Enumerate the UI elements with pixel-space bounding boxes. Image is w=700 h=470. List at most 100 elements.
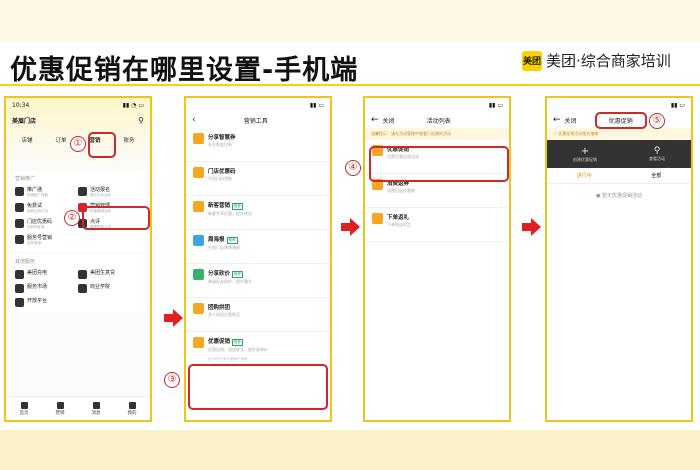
brand-text: 美团·综合商家培训: [546, 52, 671, 70]
step-3-badge-outer: ③: [164, 372, 180, 388]
activity-desc: 消费后返优惠券: [387, 188, 415, 193]
empty-state: ● 暂无优惠促销活动: [547, 192, 691, 199]
marketing-icon: [56, 401, 64, 409]
tool-item[interactable]: 团购拼团 多人成团优惠购买: [186, 298, 330, 332]
store-name-bar: 美眉门店 ⚲: [6, 112, 150, 128]
tabbar-mine[interactable]: 我的: [128, 401, 137, 416]
tab-finance[interactable]: 账务: [123, 136, 134, 144]
store-name[interactable]: 美眉门店: [12, 116, 36, 125]
highlight-marketing-tab: [88, 132, 116, 158]
item-title: 服务号营销: [27, 235, 53, 241]
gift-icon: [372, 213, 383, 224]
qrcode-icon: [193, 167, 204, 178]
search-icon[interactable]: ⚲: [138, 116, 144, 125]
poster-icon: [193, 235, 204, 246]
tool-item[interactable]: 新客营销 推荐 新客专享优惠，提升转化: [186, 196, 330, 230]
megaphone-icon: [15, 187, 24, 196]
tool-desc: 邀请好友砍价，提升曝光: [208, 279, 252, 284]
action-label: 查看活动: [649, 156, 665, 161]
tool-title: 分享智慧券: [208, 135, 236, 141]
view-activity-button[interactable]: ⚲ 查看活动: [649, 146, 665, 162]
top-strip: [0, 0, 700, 42]
menu-item-open-platform[interactable]: 开放平台: [15, 297, 78, 307]
store-icon: [15, 284, 24, 293]
grid-icon: [15, 298, 24, 307]
header-title: 活动列表: [426, 117, 451, 125]
signal-icon: ▮▮ ▭: [670, 101, 685, 109]
tabbar-label: 消息: [91, 410, 101, 416]
create-promotion-button[interactable]: + 创建优惠促销: [573, 146, 597, 163]
item-desc: 免费试用引流: [27, 209, 48, 213]
menu-item-charge[interactable]: 美团充电: [15, 269, 78, 279]
tab-store[interactable]: 店铺: [21, 136, 32, 144]
activity-desc: 下单即送礼品: [387, 222, 411, 227]
wallet-icon: [78, 270, 87, 279]
tool-desc: 社交裂变拉新: [208, 142, 232, 147]
book-icon: [78, 284, 87, 293]
menu-item-promotion[interactable]: 推广通 快速推广获客: [15, 186, 78, 198]
close-link[interactable]: 关闭: [383, 116, 395, 125]
tool-desc: 手机扫码领取: [208, 176, 232, 181]
notice-text: 优惠促销活动报名指南: [558, 131, 599, 136]
tabbar-home[interactable]: 首页: [19, 401, 29, 416]
action-label: 创建优惠促销: [573, 156, 597, 162]
tool-item[interactable]: 分享砍价 推荐 邀请好友砍价，提升曝光: [186, 264, 330, 298]
tab-in-progress[interactable]: 进行中: [577, 172, 592, 179]
signal-icon: ▮▮ ▭: [488, 101, 503, 109]
tabbar-messages[interactable]: 消息: [91, 401, 101, 416]
status-bar: ▮▮ ▭: [186, 98, 330, 112]
group-icon: [193, 303, 204, 314]
menu-item-loan[interactable]: 美团生意贷: [78, 269, 141, 279]
user-icon: [128, 401, 136, 409]
title-divider: [0, 84, 700, 86]
phone-screen-3: ▮▮ ▭ ← 关闭 活动列表 温馨提示：请在活动管理中查看已创建的活动 优惠促销…: [363, 96, 511, 422]
qrcode-icon: [15, 219, 24, 228]
back-arrow-icon[interactable]: ←: [371, 115, 379, 125]
coupon-icon: [193, 337, 204, 348]
status-bar: 10:34 ▮▮ ◔ ▭: [6, 98, 150, 112]
battery-icon: [15, 270, 24, 279]
tool-item[interactable]: 门店优惠码 手机扫码领取: [186, 162, 330, 196]
tab-all[interactable]: 全部: [651, 172, 661, 179]
recommend-tag: 推荐: [226, 237, 238, 244]
signal-icon: ▮▮ ▭: [309, 101, 324, 109]
menu-item-college[interactable]: 商业学院: [78, 283, 141, 293]
tool-item[interactable]: 分享智慧券 社交裂变拉新: [186, 128, 330, 162]
section-marketing: 营销推广: [15, 176, 36, 182]
menu-item-market[interactable]: 服务市场: [15, 283, 78, 293]
step-1-badge: ①: [70, 136, 86, 152]
tabbar-label: 首页: [19, 410, 29, 416]
share-icon: [193, 133, 204, 144]
tool-title: 优惠促销: [208, 339, 231, 345]
empty-text: 暂无优惠促销活动: [601, 193, 642, 199]
recommend-tag: 推荐: [232, 203, 244, 210]
item-title: 美团充电: [27, 270, 48, 276]
tool-title: 团购拼团: [208, 305, 231, 311]
tabbar-marketing[interactable]: 营销: [56, 401, 65, 416]
recommend-tag: 推荐: [232, 339, 244, 346]
back-arrow-icon[interactable]: ←: [553, 115, 561, 125]
activity-item[interactable]: 下单返礼 下单即送礼品: [365, 208, 509, 242]
menu-item-activity[interactable]: 活动报名 报名平台活动: [78, 186, 141, 198]
tab-orders[interactable]: 订单: [55, 136, 66, 144]
nav-header: ‹ 营销工具: [186, 112, 330, 128]
menu-item-service-account[interactable]: 服务号营销 会员营销: [15, 234, 78, 246]
action-bar: + 创建优惠促销 ⚲ 查看活动: [547, 140, 691, 168]
item-title: 服务市场: [27, 284, 48, 290]
phone-screen-1: 10:34 ▮▮ ◔ ▭ 美眉门店 ⚲ 店铺 订单 营销 账务 营销推广 推广通…: [4, 96, 152, 422]
message-icon: [15, 235, 24, 244]
item-title: 活动报名: [90, 187, 111, 193]
home-icon: [20, 401, 28, 409]
highlight-promotion: [188, 364, 328, 410]
close-link[interactable]: 关闭: [565, 116, 577, 125]
step-5-badge: ⑤: [649, 113, 665, 129]
item-desc: 会员营销: [27, 241, 41, 245]
highlight-header: [595, 112, 647, 129]
usage-note: 近30天已有大量商户使用: [208, 357, 248, 361]
tool-item[interactable]: 周海报 推荐 生成门店营销海报: [186, 230, 330, 264]
tool-title: 周海报: [208, 237, 225, 243]
bottom-band: [0, 430, 700, 470]
user-icon: [193, 201, 204, 212]
item-title: 门店优惠码: [27, 219, 53, 225]
phone-screen-4: ▮▮ ▭ ← 关闭 优惠促销 ⓘ 优惠促销活动报名指南 + 创建优惠促销 ⚲ 查看活…: [545, 96, 693, 422]
